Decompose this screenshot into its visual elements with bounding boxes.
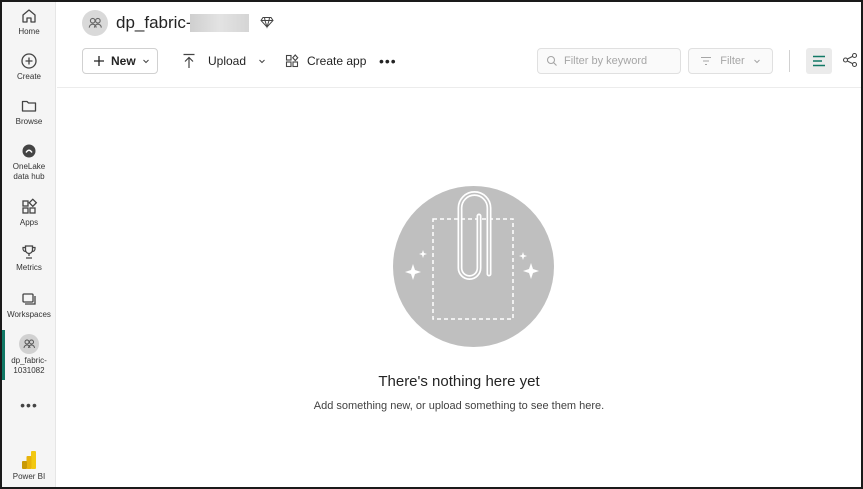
workspace-title: dp_fabric- xyxy=(116,13,192,32)
onelake-icon xyxy=(22,144,36,158)
lineage-icon xyxy=(842,52,858,68)
powerbi-brand-label: Power BI xyxy=(12,472,46,481)
nav-metrics-label: Metrics xyxy=(16,263,42,272)
workspace-header: dp_fabric- New Upload Create app ••• Fil… xyxy=(57,2,861,88)
chevron-down-icon xyxy=(259,59,265,64)
workspace-avatar-icon xyxy=(19,334,39,354)
filter-keyword-input[interactable]: Filter by keyword xyxy=(537,48,681,74)
search-icon xyxy=(546,55,557,66)
nav-home-label: Home xyxy=(18,27,40,36)
home-icon xyxy=(22,9,36,23)
nav-current-workspace[interactable]: dp_fabric- 1031082 xyxy=(2,334,56,376)
chevron-down-icon xyxy=(753,59,760,64)
empty-state-title: There's nothing here yet xyxy=(378,373,540,390)
filter-button-label: Filter xyxy=(720,55,745,67)
left-nav-rail: Home Create Browse OneLake data hub Apps… xyxy=(2,2,56,487)
empty-state-subtitle: Add something new, or upload something t… xyxy=(313,400,605,412)
create-app-label: Create app xyxy=(307,54,367,68)
folder-icon xyxy=(21,100,37,112)
workspaces-icon xyxy=(22,293,36,305)
filter-icon xyxy=(701,56,712,66)
plus-icon xyxy=(94,56,104,66)
nav-current-workspace-label-2: 1031082 xyxy=(13,366,45,375)
nav-metrics[interactable]: Metrics xyxy=(2,243,56,273)
nav-browse[interactable]: Browse xyxy=(2,97,56,127)
nav-browse-label: Browse xyxy=(15,117,43,126)
new-button-label: New xyxy=(111,54,136,68)
powerbi-brand[interactable]: Power BI xyxy=(2,450,56,482)
nav-onelake-label-1: OneLake xyxy=(12,162,46,171)
app-frame: Home Create Browse OneLake data hub Apps… xyxy=(0,0,863,489)
workspace-avatar xyxy=(82,10,108,36)
apps-icon xyxy=(285,54,299,68)
apps-icon xyxy=(22,198,38,214)
nav-onelake[interactable]: OneLake data hub xyxy=(2,142,56,182)
people-icon xyxy=(88,17,102,28)
trophy-icon xyxy=(22,245,36,259)
create-app-button[interactable]: Create app xyxy=(285,48,366,74)
redacted-text xyxy=(190,14,249,32)
list-view-icon xyxy=(813,55,825,67)
paperclip-icon xyxy=(405,191,539,320)
nav-workspaces[interactable]: Workspaces xyxy=(2,290,56,320)
nav-current-workspace-label-1: dp_fabric- xyxy=(11,356,47,365)
empty-state-illustration xyxy=(393,186,554,347)
nav-apps[interactable]: Apps xyxy=(2,198,56,228)
upload-button-label: Upload xyxy=(208,54,247,68)
nav-home[interactable]: Home xyxy=(2,7,56,37)
filter-button[interactable]: Filter xyxy=(688,48,773,74)
more-options-button[interactable]: ••• xyxy=(379,48,397,74)
chevron-down-icon xyxy=(142,59,149,64)
toolbar-divider xyxy=(789,50,790,72)
powerbi-logo-icon xyxy=(22,451,36,469)
diamond-icon xyxy=(260,15,274,34)
list-view-button[interactable] xyxy=(806,48,832,74)
upload-button[interactable]: Upload xyxy=(182,48,266,74)
new-button[interactable]: New xyxy=(82,48,158,74)
upload-icon xyxy=(183,53,195,68)
more-nav-button[interactable]: ••• xyxy=(2,397,56,413)
nav-create-label: Create xyxy=(16,72,41,81)
plus-circle-icon xyxy=(21,53,37,69)
nav-create[interactable]: Create xyxy=(2,52,56,82)
nav-workspaces-label: Workspaces xyxy=(7,310,51,319)
nav-apps-label: Apps xyxy=(19,218,39,227)
lineage-view-button[interactable] xyxy=(842,52,858,73)
nav-onelake-label-2: data hub xyxy=(13,172,45,181)
filter-placeholder: Filter by keyword xyxy=(564,55,648,67)
